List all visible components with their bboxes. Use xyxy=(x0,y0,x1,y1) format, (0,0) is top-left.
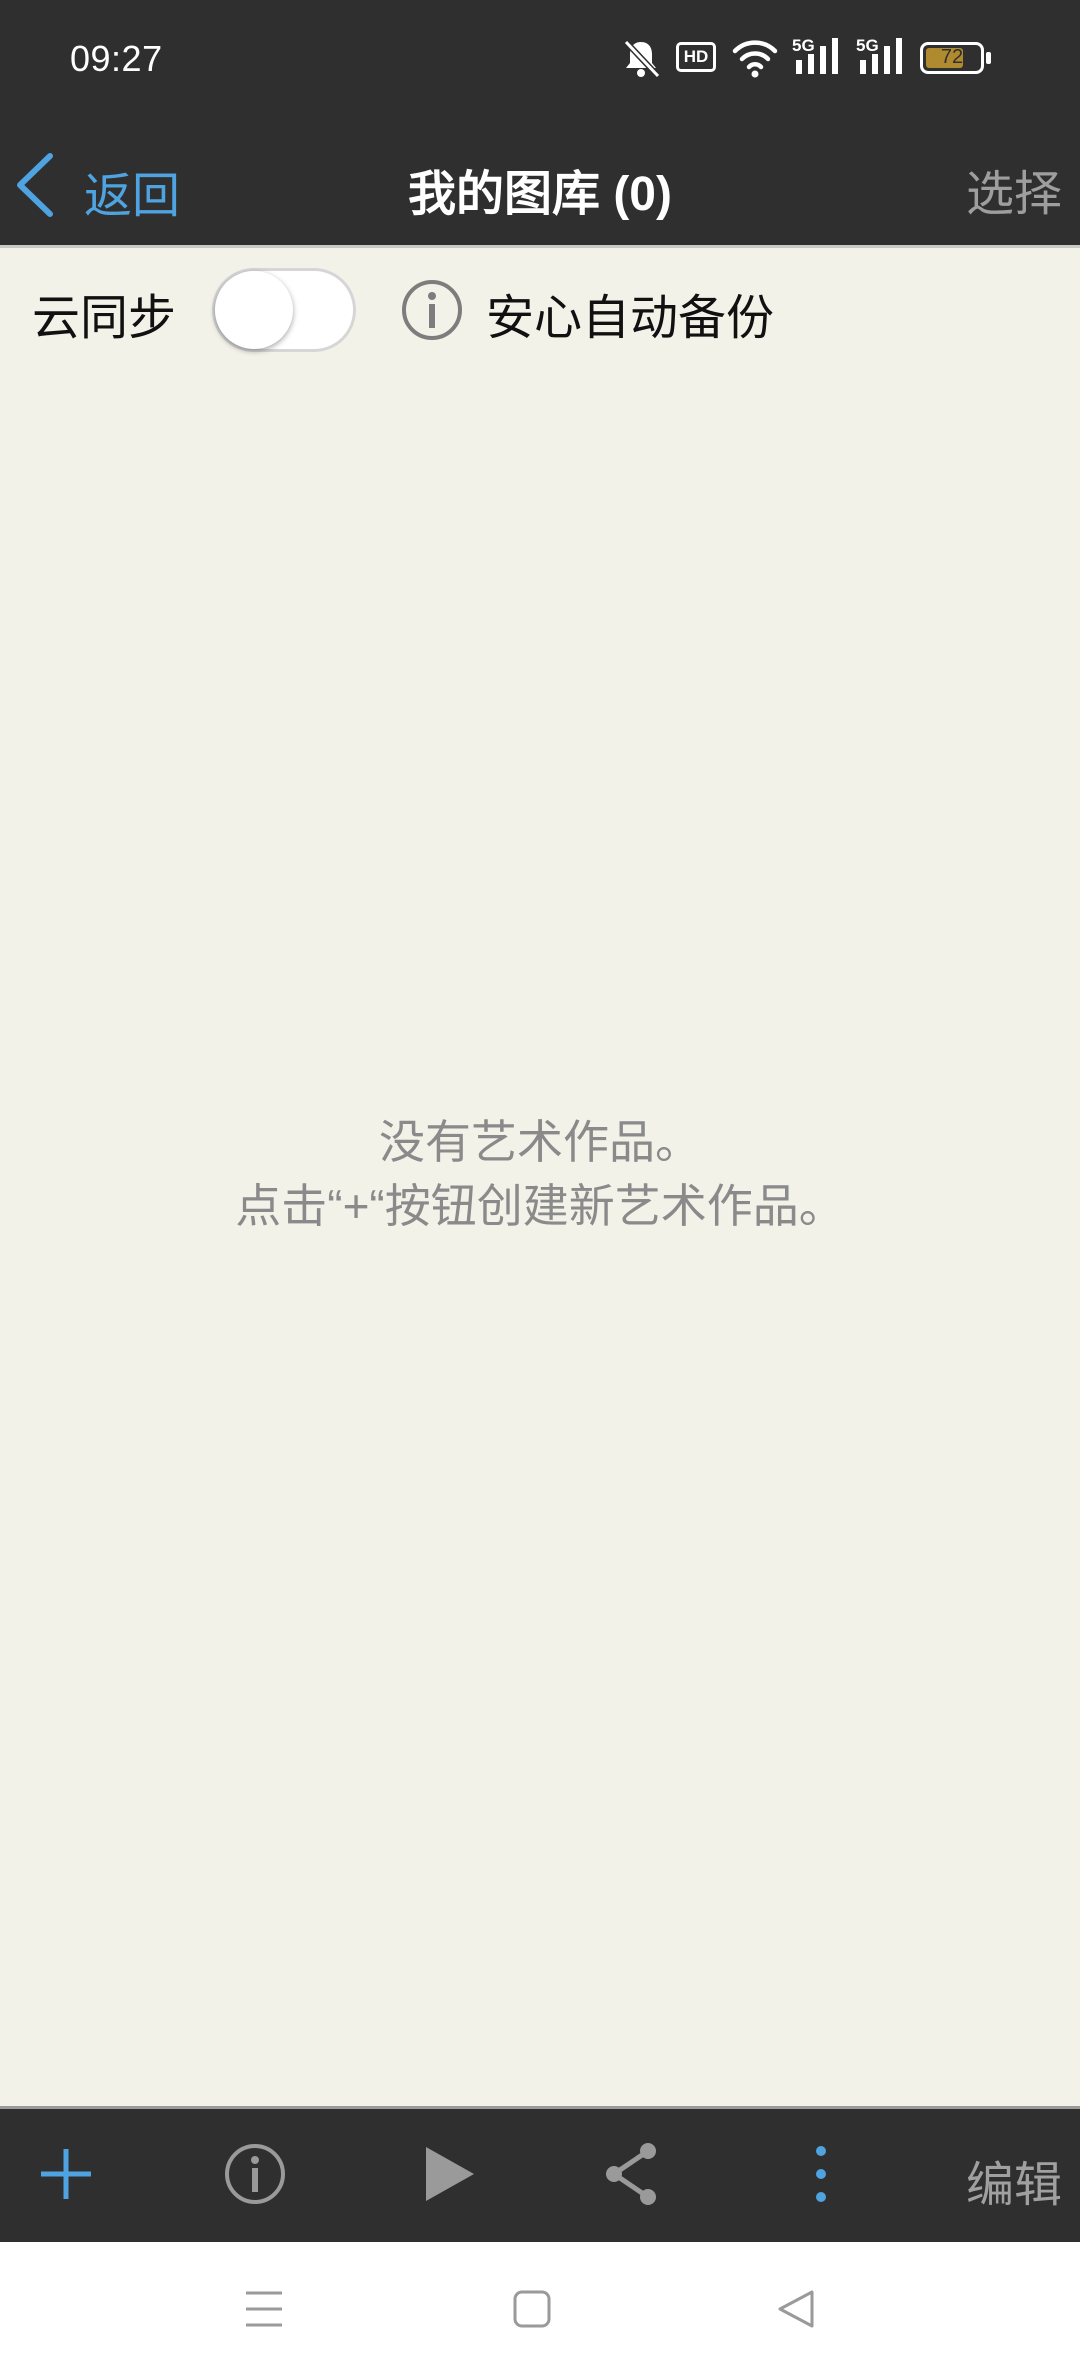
page-title: 我的图库 (0) xyxy=(407,168,672,221)
home-icon[interactable] xyxy=(510,2287,554,2331)
back-triangle-icon[interactable] xyxy=(774,2287,818,2331)
cloud-sync-toggle[interactable] xyxy=(212,268,356,352)
info-icon[interactable] xyxy=(222,2139,288,2209)
signal-5g-icon: 5G xyxy=(856,36,908,80)
cloud-sync-row: 云同步 安心自动备份 xyxy=(0,248,1080,368)
hd-icon: HD xyxy=(676,42,716,72)
more-vertical-icon[interactable] xyxy=(806,2139,836,2209)
toggle-knob xyxy=(215,271,293,349)
status-icons: HD 5G 5G 72 xyxy=(620,36,1000,84)
empty-state-line-1: 没有艺术作品。 xyxy=(379,1116,701,1168)
status-bar: 09:27 HD 5G 5G 72 xyxy=(0,0,1080,120)
play-icon[interactable] xyxy=(420,2139,480,2209)
share-icon[interactable] xyxy=(600,2139,664,2209)
gallery-content: 云同步 安心自动备份 没有艺术作品。 点击“+“按钮创建新艺术作品。 xyxy=(0,248,1080,2106)
battery-level: 72 xyxy=(940,46,964,68)
system-nav-bar xyxy=(0,2242,1080,2376)
empty-state-message: 没有艺术作品。 点击“+“按钮创建新艺术作品。 xyxy=(0,1110,1080,1238)
battery-icon: 72 xyxy=(920,42,992,74)
menu-icon[interactable] xyxy=(242,2287,286,2331)
signal-5g-icon: 5G xyxy=(792,36,844,80)
bell-muted-icon xyxy=(623,39,661,79)
bottom-toolbar: 编辑 xyxy=(0,2106,1080,2242)
info-icon[interactable] xyxy=(400,278,464,342)
select-button[interactable]: 选择 xyxy=(966,154,1062,224)
nav-bar: 返回 我的图库 (0) 选择 xyxy=(0,120,1080,248)
status-time: 09:27 xyxy=(70,38,163,79)
wifi-icon xyxy=(732,40,778,78)
edit-button[interactable]: 编辑 xyxy=(966,2145,1062,2215)
cloud-sync-label: 云同步 xyxy=(32,292,177,345)
plus-icon[interactable] xyxy=(36,2139,96,2209)
auto-backup-label: 安心自动备份 xyxy=(486,292,775,345)
empty-state-line-2: 点击“+“按钮创建新艺术作品。 xyxy=(235,1180,845,1232)
